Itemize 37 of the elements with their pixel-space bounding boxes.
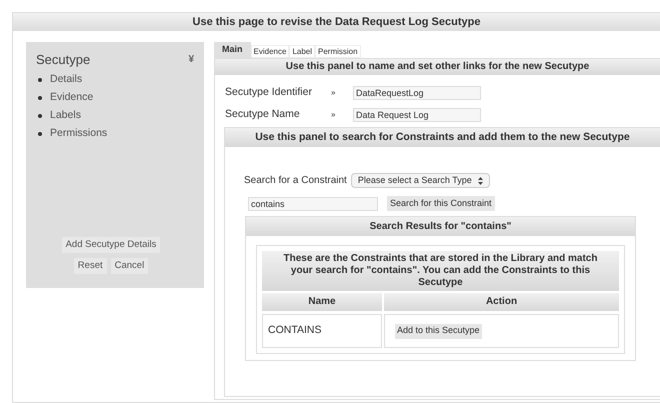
add-details-button[interactable]: Add Secutype Details bbox=[62, 237, 160, 253]
panel-title: Use this panel to search for Constraints and add them to the new Secutype bbox=[225, 128, 660, 147]
marker-icon: » bbox=[331, 87, 353, 99]
add-button[interactable]: Add to this Secutype bbox=[395, 324, 482, 338]
field-label: Secutype Name bbox=[225, 107, 301, 122]
sidebar-link[interactable]: Details bbox=[50, 72, 82, 88]
bullet-icon bbox=[38, 132, 42, 136]
bullet-icon bbox=[38, 78, 42, 82]
form-button[interactable]: Cancel bbox=[110, 258, 148, 274]
column-header: Name bbox=[262, 293, 382, 311]
form-button[interactable]: Reset bbox=[74, 258, 107, 274]
dropdown-arrows-icon bbox=[478, 176, 483, 184]
column-header: Action bbox=[384, 293, 619, 311]
tab[interactable]: Evidence bbox=[250, 45, 290, 58]
table-cell: CONTAINS bbox=[262, 314, 382, 348]
search-field[interactable]: contains bbox=[248, 196, 378, 210]
sidebar-title: Secutype bbox=[36, 51, 90, 69]
collapse-icon[interactable]: ¥ bbox=[188, 52, 194, 68]
marker-icon: » bbox=[331, 109, 353, 121]
sidebar-link[interactable]: Evidence bbox=[50, 90, 94, 106]
field-label: Secutype Identifier bbox=[225, 85, 313, 100]
tab[interactable]: Main bbox=[214, 42, 251, 58]
text-field[interactable]: DataRequestLog bbox=[353, 86, 481, 100]
search-type-dropdown[interactable]: Please select a Search Type bbox=[350, 173, 490, 188]
sidebar-link[interactable]: Labels bbox=[50, 108, 81, 124]
bullet-icon bbox=[38, 96, 42, 100]
tab[interactable]: Label bbox=[289, 45, 316, 58]
results-title: Search Results for "contains" bbox=[246, 217, 635, 236]
tab[interactable]: Permission bbox=[315, 45, 361, 58]
bullet-icon bbox=[38, 114, 42, 118]
text-field[interactable]: Data Request Log bbox=[353, 108, 481, 122]
page-title: Use this page to revise the Data Request Log Secutype bbox=[13, 13, 660, 31]
results-description: These are the Constraints that are stored in the Library and match your search for "contains". You can add the Constraints to this Secutype bbox=[262, 251, 619, 291]
search-label: Search for a Constraint bbox=[244, 174, 347, 188]
panel-title: Use this panel to name and set other links for the new Secutype bbox=[215, 59, 660, 75]
sidebar-link[interactable]: Permissions bbox=[50, 126, 108, 142]
search-button[interactable]: Search for this Constraint bbox=[387, 196, 495, 211]
